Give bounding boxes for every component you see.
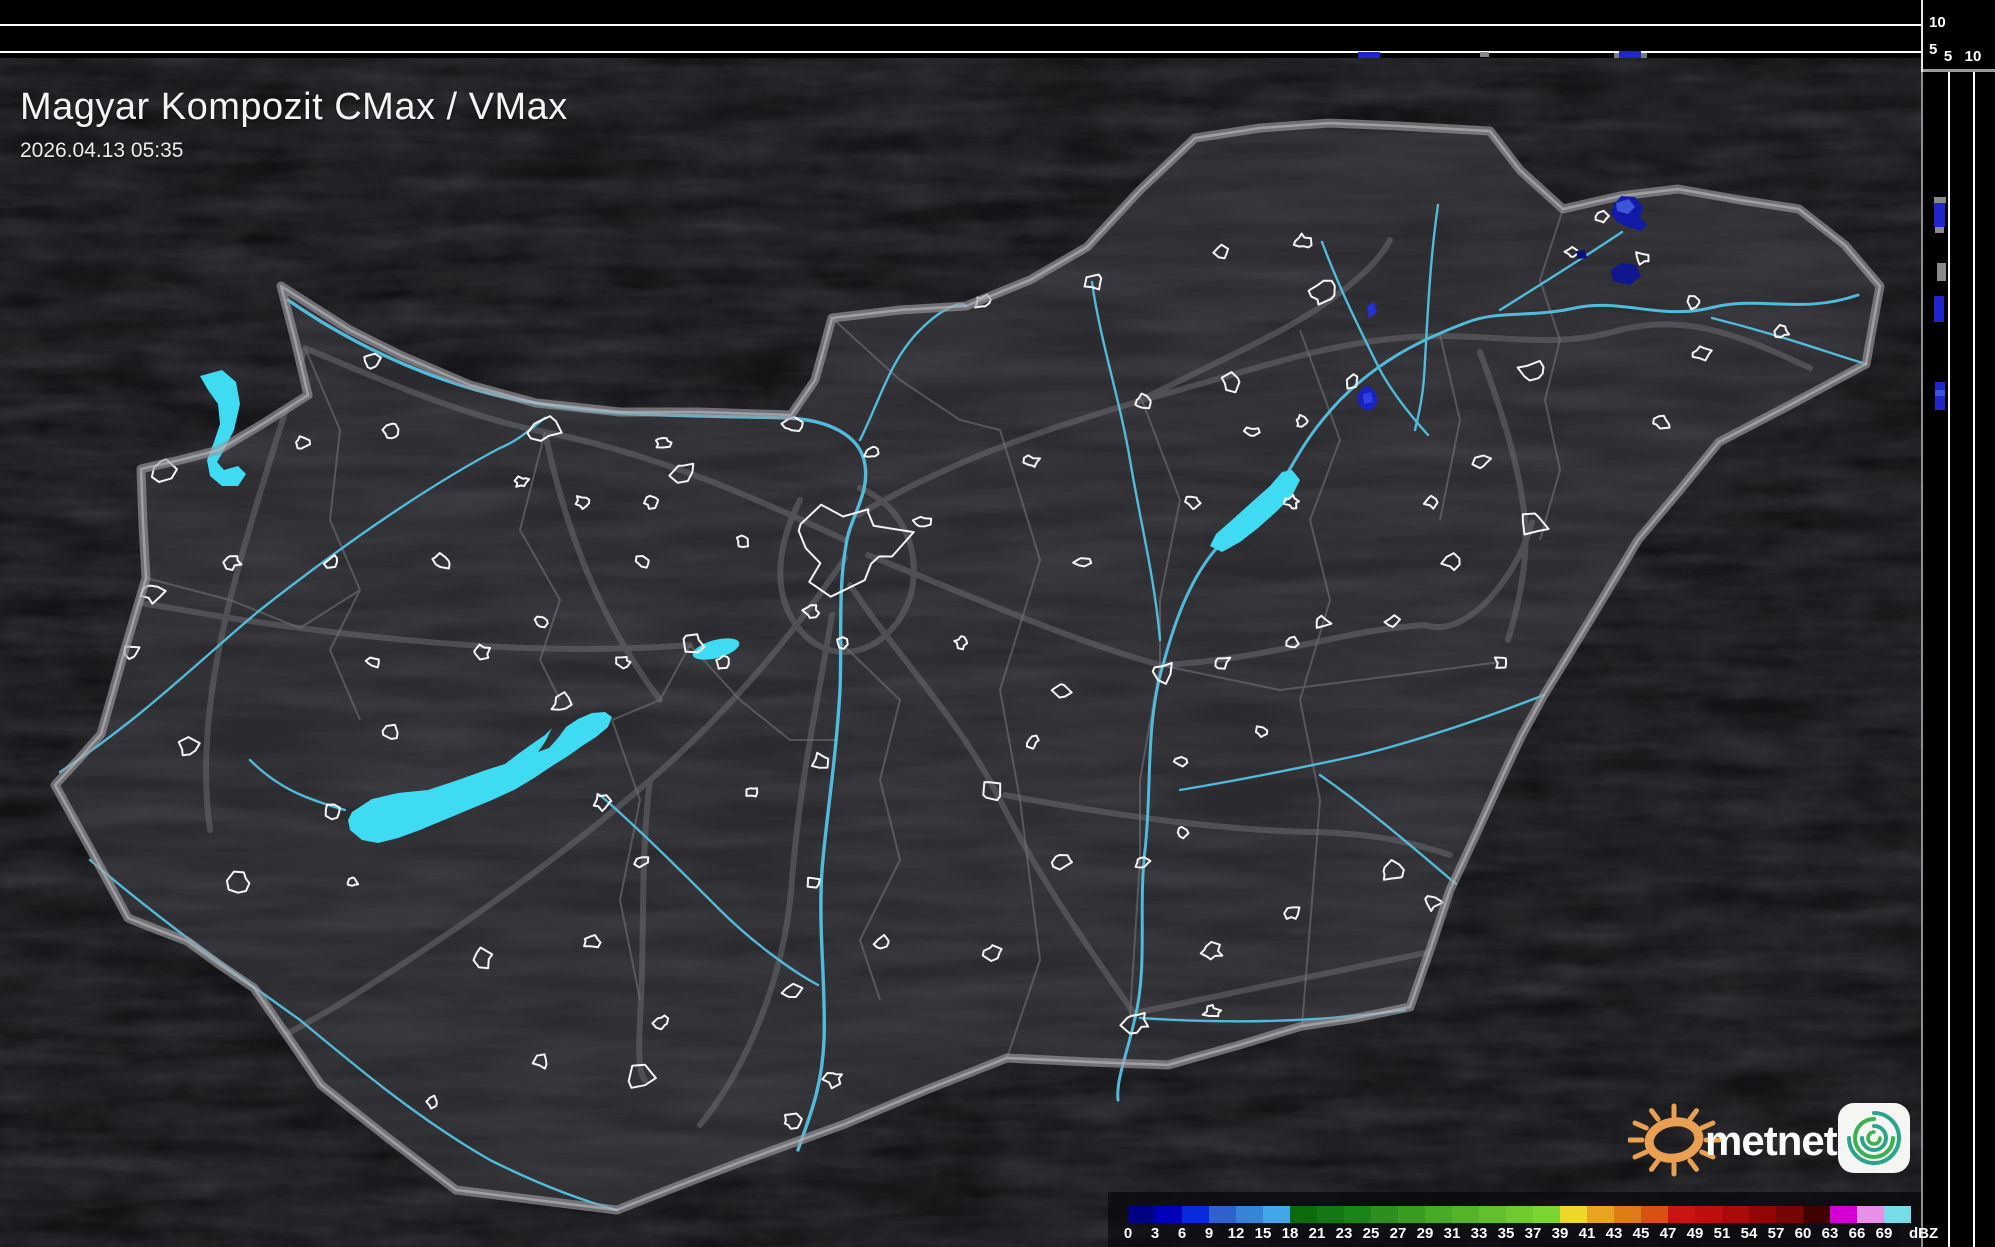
legend-color-segment [1290,1206,1317,1223]
legend-tick-label: 29 [1416,1225,1434,1242]
right-profile-panel [1921,72,1995,1247]
header: Magyar Kompozit CMax / VMax 2026.04.13 0… [20,86,568,163]
legend-tick-label: 51 [1713,1225,1731,1242]
legend-tick-label: 57 [1767,1225,1785,1242]
legend-tick-label: 3 [1150,1225,1160,1242]
legend-tick-label: 15 [1254,1225,1272,1242]
legend-tick-label: 43 [1605,1225,1623,1242]
dbz-color-scale: dBZ 0 3 6 9 12 15 18 21 23 25 27 29 31 33 35 37 39 41 43 45… [1108,1192,1938,1247]
profile-echo [1935,227,1944,233]
legend-tick-label: 49 [1686,1225,1704,1242]
legend-color-segment [1884,1206,1911,1223]
legend-color-segment [1371,1206,1398,1223]
legend-color-segment [1776,1206,1803,1223]
legend-tick-label: 63 [1821,1225,1839,1242]
legend-color-segment [1857,1206,1884,1223]
profile-echo [1934,203,1945,227]
legend-tick-label: 39 [1551,1225,1569,1242]
legend-tick-label: 47 [1659,1225,1677,1242]
legend-tick-label: 21 [1308,1225,1326,1242]
legend-color-segment [1722,1206,1749,1223]
legend-color-segment [1641,1206,1668,1223]
legend-tick-label: 9 [1204,1225,1214,1242]
legend-tick-label: 6 [1177,1225,1187,1242]
height-tick-5km: 5 [1929,41,1938,58]
legend-tick-label: 66 [1848,1225,1866,1242]
legend-tick-label: 0 [1123,1225,1133,1242]
height-tick-10km: 10 [1929,14,1946,31]
legend-tick-label: 23 [1335,1225,1353,1242]
legend-color-segment [1830,1206,1857,1223]
legend-tick-label: 60 [1794,1225,1812,1242]
legend-tick-label: 12 [1227,1225,1245,1242]
metnet-app-icon [1838,1103,1910,1173]
height-gridline [0,24,1921,26]
legend-color-segment [1452,1206,1479,1223]
legend-color-segment [1209,1206,1236,1223]
legend-tick-label: 41 [1578,1225,1596,1242]
legend-color-segment [1344,1206,1371,1223]
profile-echo [1935,382,1945,410]
legend-tick-label: 45 [1632,1225,1650,1242]
radar-map [0,0,1995,1247]
legend-color-segment [1317,1206,1344,1223]
profile-echo [1641,53,1647,58]
legend-tick-label: 54 [1740,1225,1758,1242]
legend-tick-label: 35 [1497,1225,1515,1242]
legend-tick-label: 18 [1281,1225,1299,1242]
profile-echo [1937,263,1946,281]
profile-echo [1935,390,1945,396]
legend-color-segment [1425,1206,1452,1223]
legend-color-segment [1614,1206,1641,1223]
dbz-unit-label: dBZ [1909,1225,1939,1242]
profile-echo [1358,52,1380,58]
legend-color-segment [1695,1206,1722,1223]
legend-tick-label: 25 [1362,1225,1380,1242]
profile-echo [1480,52,1489,57]
legend-tick-label: 37 [1524,1225,1542,1242]
legend-tick-label: 69 [1875,1225,1893,1242]
legend-color-segment [1398,1206,1425,1223]
metnet-wordmark: metnet [1705,1117,1838,1164]
height-tick-10km-h: 10 [1964,48,1982,65]
profile-echo [1934,296,1944,322]
legend-color-segment [1479,1206,1506,1223]
legend-color-segment [1236,1206,1263,1223]
legend-color-segment [1182,1206,1209,1223]
legend-color-segment [1128,1206,1155,1223]
legend-tick-label: 27 [1389,1225,1407,1242]
timestamp: 2026.04.13 05:35 [20,138,184,162]
profile-echo [1619,51,1641,58]
legend-color-segment [1533,1206,1560,1223]
legend-color-segment [1155,1206,1182,1223]
page-title: Magyar Kompozit CMax / VMax [20,86,568,128]
height-tick-5km-h: 5 [1943,48,1953,65]
height-gridline [1973,72,1975,1247]
legend-color-segment [1668,1206,1695,1223]
legend-color-segment [1803,1206,1830,1223]
legend-tick-label: 33 [1470,1225,1488,1242]
legend-color-segment [1263,1206,1290,1223]
profile-axis-corner: 10 5 5 10 [1921,0,1995,72]
radar-composite-view: 10 5 5 10 Magyar Kompozit CMax / VMax 20… [0,0,1995,1247]
legend-color-segment [1506,1206,1533,1223]
metnet-logo: metnet [1628,1096,1918,1188]
top-profile-panel [0,0,1921,58]
legend-color-segment [1587,1206,1614,1223]
height-gridline [1948,72,1950,1247]
legend-color-segment [1560,1206,1587,1223]
legend-color-segment [1749,1206,1776,1223]
legend-tick-label: 31 [1443,1225,1461,1242]
